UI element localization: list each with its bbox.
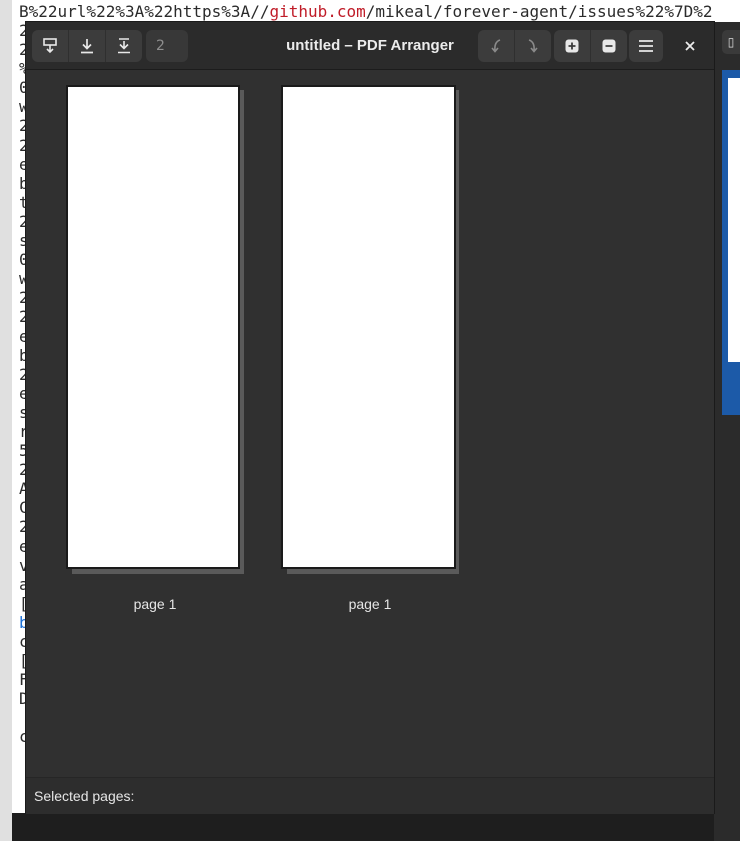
page-thumbnail[interactable] [281, 85, 456, 569]
pages-view[interactable]: page 1 page 1 [26, 70, 714, 778]
import-icon [43, 38, 57, 54]
zoom-out-button[interactable] [591, 30, 627, 62]
terminal-url-link[interactable]: github.com [269, 2, 365, 21]
main-menu-button[interactable] [629, 30, 663, 62]
zoom-group [554, 30, 627, 62]
terminal-url-prefix: B%22url%22%3A%22https%3A// [19, 2, 270, 21]
side-window-peek: ▯ [714, 22, 740, 841]
rotate-group [478, 30, 551, 62]
side-window-page-thumb [728, 78, 740, 362]
page-label: page 1 [348, 596, 392, 612]
file-actions-group [32, 30, 142, 62]
selected-pages-label: Selected pages: [34, 788, 135, 804]
rotate-left-icon [489, 38, 503, 54]
zoom-in-button[interactable] [554, 30, 591, 62]
pdf-arranger-window: untitled – PDF Arranger [26, 22, 714, 814]
save-icon [80, 38, 94, 54]
terminal-scroll-edge [0, 0, 12, 841]
page-label: page 1 [133, 596, 177, 612]
page-number-entry[interactable] [146, 30, 188, 62]
rotate-right-icon [526, 38, 540, 54]
header-bar: untitled – PDF Arranger [26, 22, 714, 70]
terminal-url-line: B%22url%22%3A%22https%3A//github.com/mik… [19, 2, 713, 21]
terminal-bottom-bar [12, 813, 727, 841]
rotate-left-button[interactable] [478, 30, 515, 62]
close-icon [684, 40, 696, 52]
save-as-button[interactable] [106, 30, 142, 62]
window-title: untitled – PDF Arranger [286, 37, 454, 54]
import-button[interactable] [32, 30, 69, 62]
menu-icon [638, 39, 654, 53]
page-thumbnail[interactable] [66, 85, 240, 569]
zoom-out-icon [602, 39, 616, 53]
rotate-right-button[interactable] [515, 30, 551, 62]
status-bar: Selected pages: [26, 777, 714, 814]
zoom-in-icon [565, 39, 579, 53]
save-button[interactable] [69, 30, 106, 62]
side-window-button[interactable]: ▯ [722, 30, 740, 54]
close-button[interactable] [674, 30, 706, 62]
save-as-icon [117, 38, 131, 54]
terminal-url-suffix: /mikeal/forever-agent/issues%22%7D%2 [365, 2, 713, 21]
